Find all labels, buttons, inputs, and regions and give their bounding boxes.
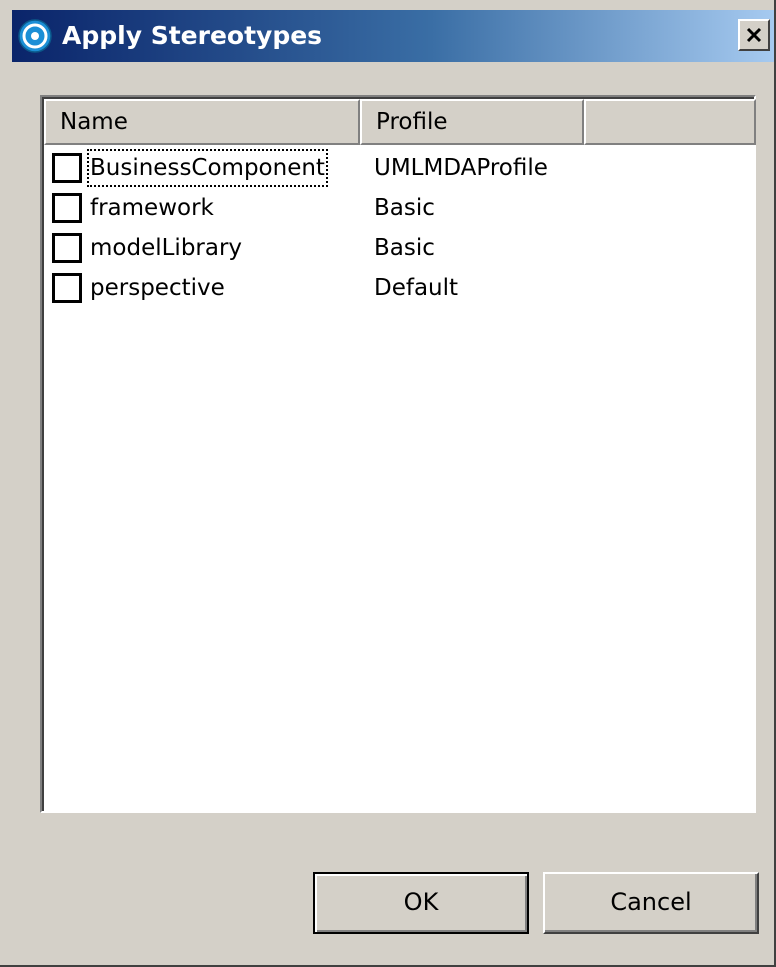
dialog-title: Apply Stereotypes <box>62 21 323 50</box>
column-header-name[interactable]: Name <box>44 99 360 145</box>
stereotype-checkbox[interactable] <box>52 193 82 223</box>
close-icon <box>746 27 762 43</box>
stereotype-name: perspective <box>90 275 225 301</box>
stereotypes-table[interactable]: Name Profile BusinessComponent UMLMDAPro… <box>40 95 756 813</box>
stereotype-checkbox[interactable] <box>52 273 82 303</box>
table-row[interactable]: BusinessComponent UMLMDAProfile <box>44 149 756 189</box>
table-body: BusinessComponent UMLMDAProfile framewor… <box>44 149 756 309</box>
title-bar[interactable]: Apply Stereotypes <box>12 10 774 62</box>
apply-stereotypes-dialog: Apply Stereotypes Name Profile BusinessC… <box>0 0 776 967</box>
stereotype-name: BusinessComponent <box>87 149 328 187</box>
column-header-empty[interactable] <box>584 99 756 145</box>
stereotype-profile: Basic <box>374 195 435 221</box>
ok-button[interactable]: OK <box>313 872 529 934</box>
stereotype-checkbox[interactable] <box>52 153 82 183</box>
stereotype-checkbox[interactable] <box>52 233 82 263</box>
cancel-button[interactable]: Cancel <box>543 872 759 934</box>
stereotype-profile: UMLMDAProfile <box>374 155 548 181</box>
close-button[interactable] <box>738 19 770 51</box>
table-row[interactable]: framework Basic <box>44 189 756 229</box>
table-row[interactable]: perspective Default <box>44 269 756 309</box>
stereotype-name: modelLibrary <box>90 235 243 261</box>
stereotype-profile: Basic <box>374 235 435 261</box>
stereotype-name: framework <box>90 195 214 221</box>
stereotype-profile: Default <box>374 275 459 301</box>
column-header-profile[interactable]: Profile <box>360 99 584 145</box>
table-row[interactable]: modelLibrary Basic <box>44 229 756 269</box>
swirl-app-icon <box>18 19 52 53</box>
table-header: Name Profile <box>44 99 756 145</box>
